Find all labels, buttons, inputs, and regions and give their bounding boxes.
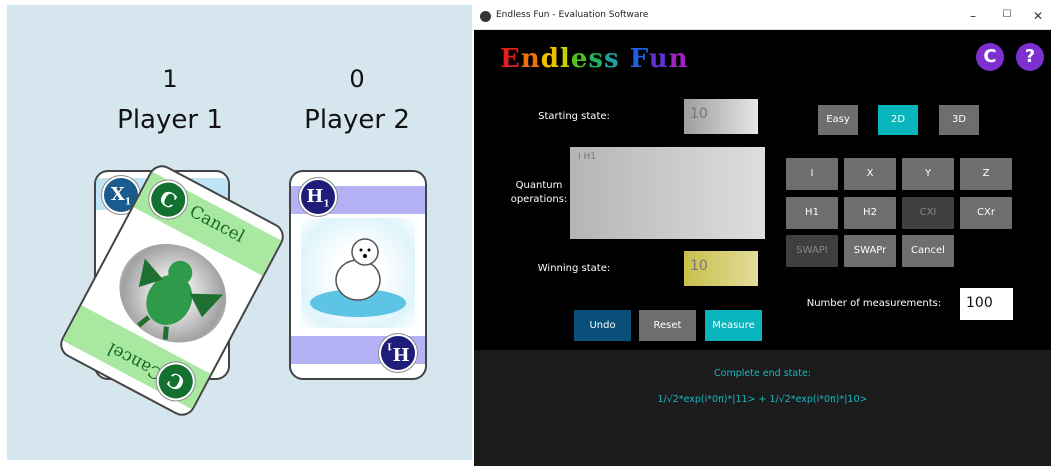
polar-bear-illustration: [301, 218, 415, 328]
gate-h-badge-bottom: H1: [379, 334, 417, 372]
app-title-letter: s: [604, 44, 620, 74]
close-button[interactable]: ✕: [1030, 9, 1046, 23]
gate-z-button[interactable]: Z: [960, 158, 1012, 190]
undo-button[interactable]: Undo: [574, 310, 631, 341]
starting-state-label: Starting state:: [538, 111, 610, 122]
gate-h1-button[interactable]: H1: [786, 197, 838, 229]
winning-state-input[interactable]: 10: [684, 251, 758, 286]
gate-letter: H: [306, 186, 324, 207]
gate-cxr-button[interactable]: CXr: [960, 197, 1012, 229]
cancel-card[interactable]: Cancel C Cancel C: [55, 160, 289, 421]
maximize-button[interactable]: ☐: [999, 9, 1015, 20]
gate-h2-button[interactable]: H2: [844, 197, 896, 229]
gate-cancel-button[interactable]: Cancel: [902, 235, 954, 267]
help-button[interactable]: ?: [1016, 43, 1044, 71]
gate-letter: X: [110, 184, 125, 205]
difficulty-2d[interactable]: 2D: [878, 105, 918, 135]
gate-swapi-button[interactable]: SWAPI: [786, 235, 838, 267]
gate-letter: H: [392, 343, 410, 364]
player2-score: 0: [349, 65, 365, 93]
app-title-letter: E: [500, 44, 521, 74]
result-panel: Complete end state: 1/√2*exp(i*0π)*|11> …: [474, 350, 1051, 466]
player2-card[interactable]: H1 H1: [289, 170, 427, 380]
app-title-letter: u: [648, 44, 669, 74]
app-icon: [480, 11, 491, 22]
game-panel: 1 Player 1 0 Player 2 X1 Cancel C Cancel…: [7, 5, 472, 460]
app-title-letter: F: [629, 44, 649, 74]
app-title-letter: n: [668, 44, 689, 74]
gate-y-button[interactable]: Y: [902, 158, 954, 190]
winning-state-label: Winning state:: [537, 263, 611, 274]
app-title-letter: e: [570, 44, 589, 74]
polar-bear-icon: [310, 238, 406, 317]
app-title-letter: d: [540, 44, 560, 74]
difficulty-3d[interactable]: 3D: [939, 105, 979, 135]
quantum-operations-textarea[interactable]: I H1: [570, 147, 765, 239]
gate-subscript: 1: [323, 199, 330, 210]
measurements-input[interactable]: 100: [960, 288, 1013, 320]
app-title-letter: n: [520, 44, 541, 74]
copyright-button[interactable]: C: [976, 43, 1004, 71]
gate-subscript: 1: [386, 340, 393, 351]
result-state: 1/√2*exp(i*0π)*|11> + 1/√2*exp(i*0π)*|10…: [657, 394, 868, 405]
player1-score: 1: [162, 65, 178, 93]
starting-state-input[interactable]: 10: [684, 99, 758, 134]
gate-swapr-button[interactable]: SWAPr: [844, 235, 896, 267]
app-window: Endless Fun - Evaluation Software – ☐ ✕ …: [474, 5, 1051, 466]
gate-cxi-button[interactable]: CXI: [902, 197, 954, 229]
gate-subscript: 1: [124, 197, 132, 208]
app-title-letter: [620, 44, 630, 74]
app-title-letter: s: [588, 44, 604, 74]
gate-x-button[interactable]: X: [844, 158, 896, 190]
window-titlebar: Endless Fun - Evaluation Software – ☐ ✕: [474, 5, 1051, 30]
measurements-label: Number of measurements:: [806, 298, 942, 309]
window-title: Endless Fun - Evaluation Software: [496, 10, 649, 20]
difficulty-easy[interactable]: Easy: [818, 105, 858, 135]
gate-i-button[interactable]: I: [786, 158, 838, 190]
gate-h-badge-top: H1: [299, 178, 337, 216]
result-heading: Complete end state:: [714, 368, 811, 379]
app-title: Endless Fun: [500, 44, 689, 74]
player1-name: Player 1: [117, 105, 223, 135]
app-title-letter: l: [559, 44, 571, 74]
reset-button[interactable]: Reset: [639, 310, 696, 341]
measure-button[interactable]: Measure: [705, 310, 762, 341]
player2-name: Player 2: [304, 105, 410, 135]
minimize-button[interactable]: –: [965, 9, 981, 23]
